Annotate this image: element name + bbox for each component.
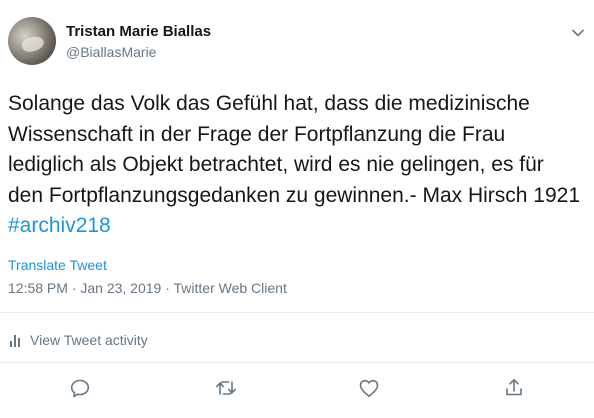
- tweet-text: Solange das Volk das Gefühl hat, dass di…: [8, 89, 583, 242]
- share-icon[interactable]: [502, 376, 526, 400]
- tweet-body-text: Solange das Volk das Gefühl hat, dass di…: [8, 92, 581, 207]
- heart-icon[interactable]: [357, 376, 381, 400]
- avatar[interactable]: [8, 17, 56, 65]
- retweet-icon[interactable]: [214, 376, 238, 400]
- hashtag-link[interactable]: #archiv218: [8, 214, 111, 237]
- view-tweet-activity-label: View Tweet activity: [30, 332, 148, 348]
- author-handle[interactable]: @BiallasMarie: [66, 43, 156, 61]
- author-name[interactable]: Tristan Marie Biallas: [66, 22, 211, 42]
- divider: [0, 312, 594, 313]
- tweet-timestamp: 12:58 PM · Jan 23, 2019 · Twitter Web Cl…: [8, 280, 287, 296]
- view-tweet-activity-button[interactable]: View Tweet activity: [8, 330, 148, 350]
- bar-chart-icon: [8, 332, 22, 348]
- reply-icon[interactable]: [68, 376, 92, 400]
- chevron-down-icon[interactable]: [569, 24, 587, 42]
- divider: [0, 362, 594, 363]
- tweet-actions: [0, 372, 594, 404]
- translate-tweet-link[interactable]: Translate Tweet: [8, 256, 107, 274]
